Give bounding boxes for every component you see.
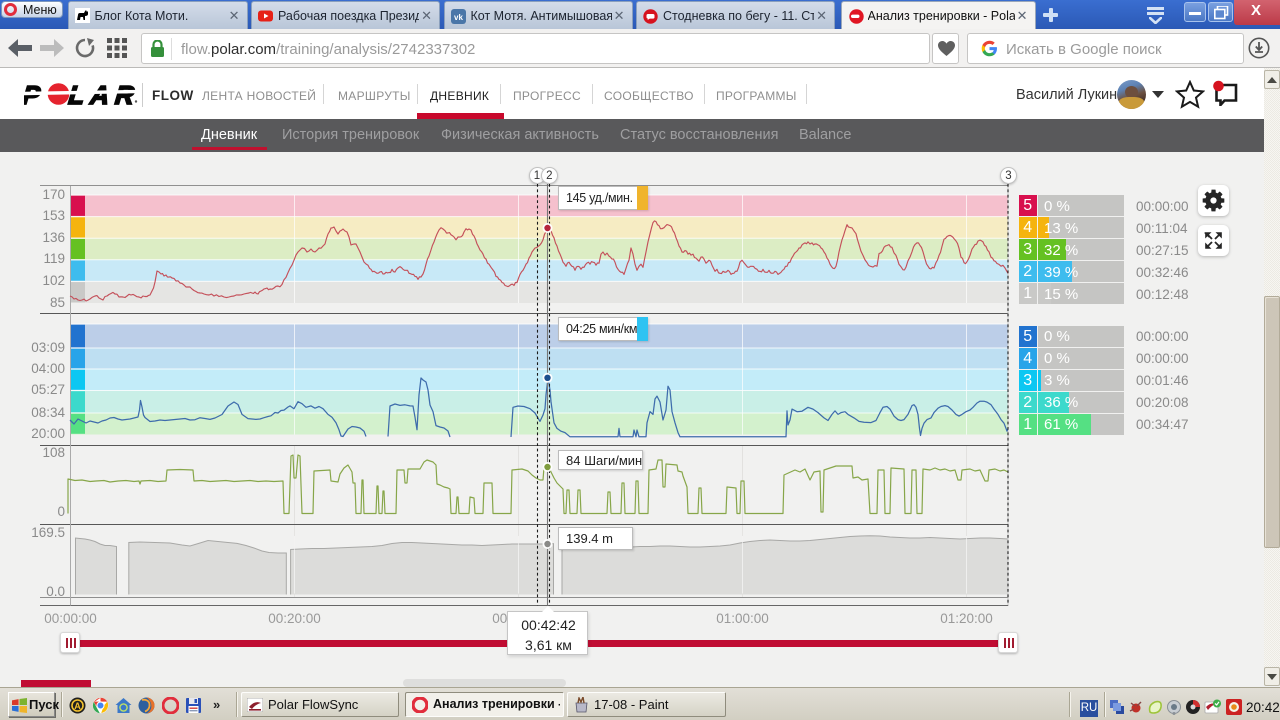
svg-text:A: A (74, 701, 81, 711)
svg-text:P: P (24, 83, 42, 109)
svg-text:LAR: LAR (67, 83, 142, 109)
svg-text:vk: vk (454, 13, 463, 22)
